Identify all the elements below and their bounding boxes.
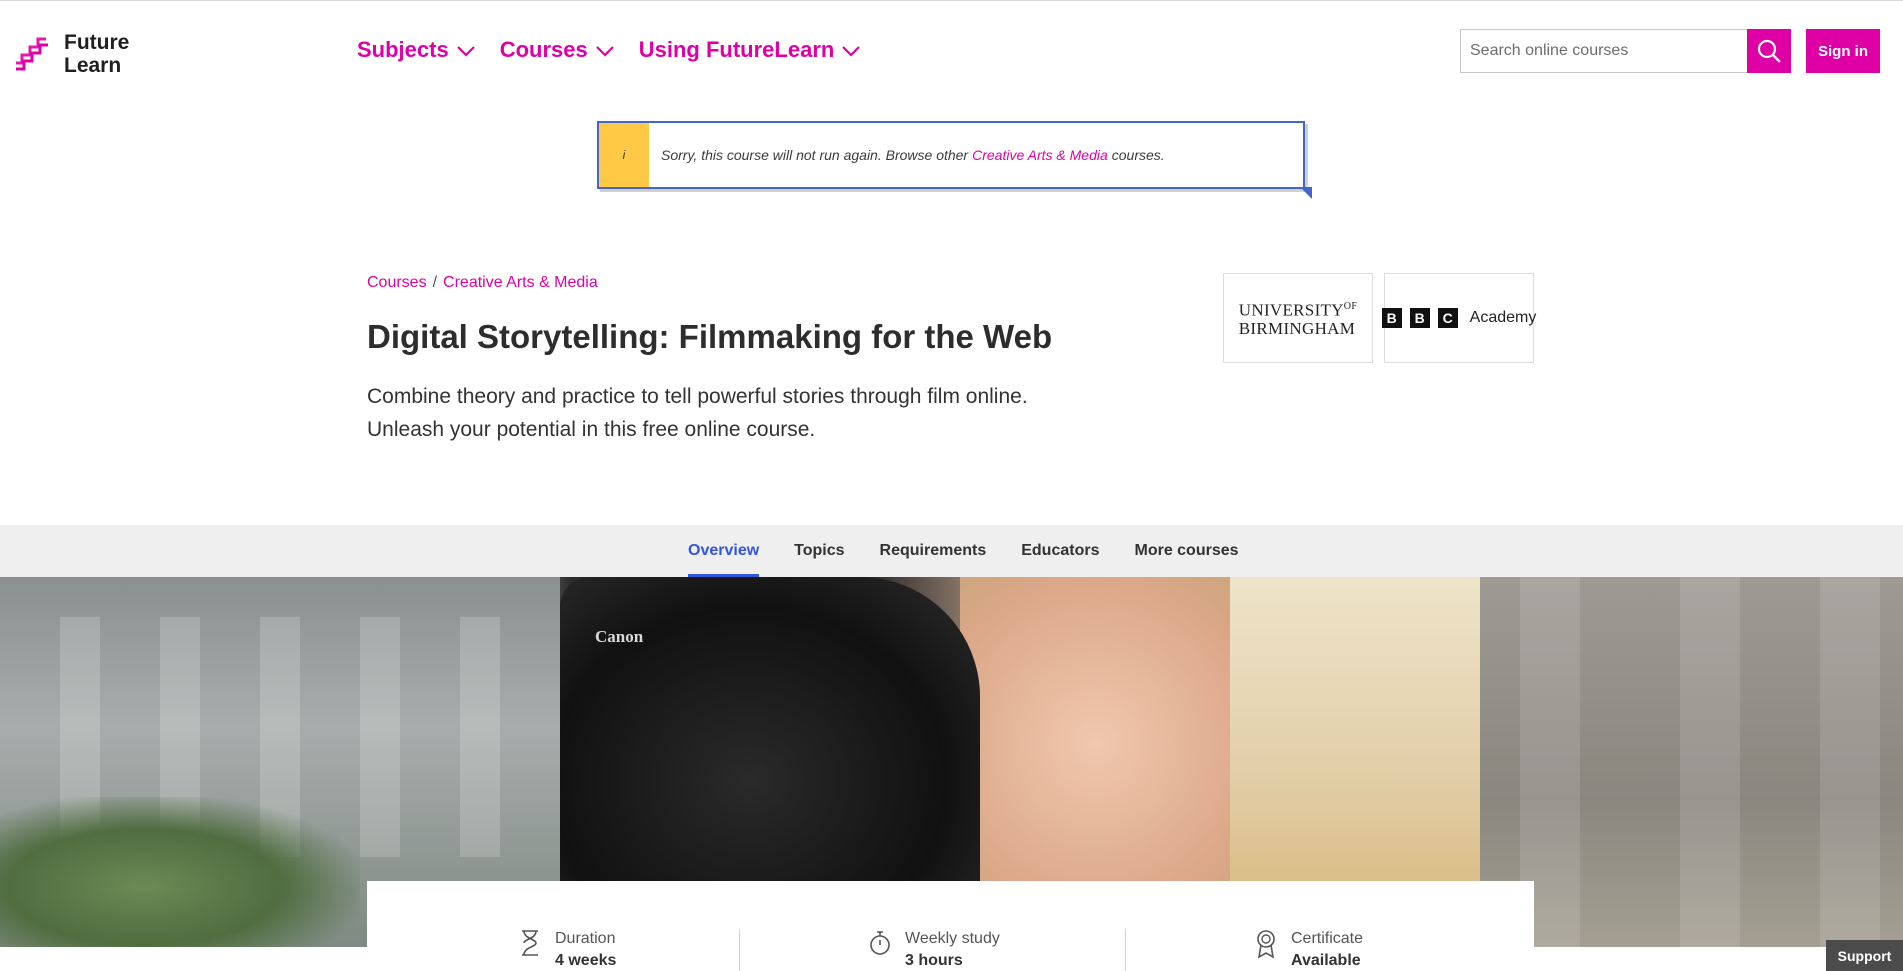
info-duration-label: Duration xyxy=(555,930,616,947)
uob-logo-text: UNIVERSITYOF BIRMINGHAM xyxy=(1239,298,1357,338)
info-duration: Duration 4 weeks xyxy=(517,929,616,971)
nav-courses[interactable]: Courses xyxy=(500,37,614,63)
notice-category-link[interactable]: Creative Arts & Media xyxy=(972,147,1108,163)
course-tabs: Overview Topics Requirements Educators M… xyxy=(688,525,1274,577)
logo-text: Future Learn xyxy=(64,31,129,77)
stopwatch-icon xyxy=(867,929,893,959)
info-weekly-study-label: Weekly study xyxy=(905,930,1000,947)
photo-column xyxy=(1680,577,1740,947)
search-icon xyxy=(1757,39,1781,63)
info-certificate-value: Available xyxy=(1291,952,1361,969)
photo-column xyxy=(1820,577,1880,947)
search-input[interactable] xyxy=(1461,30,1747,72)
bbc-logo: B B C Academy xyxy=(1381,308,1537,328)
main-nav: Subjects Courses Using FutureLearn xyxy=(357,37,885,63)
course-description-line2: Unleash your potential in this free onli… xyxy=(367,418,816,441)
info-weekly-study-value: 3 hours xyxy=(905,952,963,969)
breadcrumb: Courses / Creative Arts & Media xyxy=(367,274,598,292)
course-notice: i Sorry, this course will not run again.… xyxy=(597,121,1312,199)
photo-bush xyxy=(0,797,360,947)
notice-tail xyxy=(1300,187,1312,199)
info-duration-value: 4 weeks xyxy=(555,952,617,969)
hourglass-icon xyxy=(517,929,543,959)
info-weekly-study: Weekly study 3 hours xyxy=(867,929,1000,971)
tab-more-courses[interactable]: More courses xyxy=(1134,525,1238,577)
nav-subjects-label: Subjects xyxy=(357,37,449,62)
support-button[interactable]: Support xyxy=(1826,940,1903,971)
photo-building-right xyxy=(1480,577,1903,947)
photo-window xyxy=(360,617,400,857)
partner-university-of-birmingham[interactable]: UNIVERSITYOF BIRMINGHAM xyxy=(1223,273,1373,363)
breadcrumb-separator: / xyxy=(432,274,438,291)
nav-subjects[interactable]: Subjects xyxy=(357,37,475,63)
info-certificate: Certificate Available xyxy=(1253,929,1363,971)
notice-text: Sorry, this course will not run again. B… xyxy=(649,123,1165,187)
photo-window xyxy=(460,617,500,857)
info-certificate-label: Certificate xyxy=(1291,930,1364,947)
chevron-down-icon xyxy=(842,37,861,63)
info-divider xyxy=(1125,929,1126,971)
tab-requirements[interactable]: Requirements xyxy=(880,525,987,577)
nav-using-futurelearn-label: Using FutureLearn xyxy=(638,37,835,62)
search-button[interactable] xyxy=(1747,29,1791,73)
site-header: Future Learn Subjects Courses Using Futu… xyxy=(0,0,1903,100)
logo-line1: Future xyxy=(64,31,130,54)
tab-educators[interactable]: Educators xyxy=(1021,525,1099,577)
nav-courses-label: Courses xyxy=(499,37,588,62)
uob-of: OF xyxy=(1343,301,1358,313)
futurelearn-logo[interactable]: Future Learn xyxy=(14,31,134,77)
tab-overview[interactable]: Overview xyxy=(688,525,760,577)
breadcrumb-category[interactable]: Creative Arts & Media xyxy=(443,274,598,291)
notice-text-before: Sorry, this course will not run again. B… xyxy=(661,147,969,163)
uob-line2: BIRMINGHAM xyxy=(1238,318,1356,338)
bbc-letter-2: B xyxy=(1409,308,1430,328)
info-icon: i xyxy=(599,123,649,187)
course-tabs-bar: Overview Topics Requirements Educators M… xyxy=(0,525,1903,577)
bbc-academy-text: Academy xyxy=(1469,309,1537,326)
course-title: Digital Storytelling: Filmmaking for the… xyxy=(367,318,1053,355)
logo-steps-icon xyxy=(16,37,48,71)
notice-text-after: courses. xyxy=(1111,147,1165,163)
partner-bbc-academy[interactable]: B B C Academy xyxy=(1381,273,1537,363)
course-description-line1: Combine theory and practice to tell powe… xyxy=(367,385,1028,408)
uob-line1: UNIVERSITY xyxy=(1238,300,1344,320)
bbc-letter-3: C xyxy=(1437,308,1458,328)
chevron-down-icon xyxy=(456,37,475,63)
sign-in-button[interactable]: Sign in xyxy=(1806,29,1880,73)
bbc-letter-1: B xyxy=(1381,308,1402,328)
breadcrumb-courses[interactable]: Courses xyxy=(367,274,427,291)
logo-line2: Learn xyxy=(64,54,122,77)
camera-brand-label: Canon xyxy=(595,627,644,646)
course-info-card: Duration 4 weeks Weekly study 3 hours Ce… xyxy=(367,881,1534,971)
info-divider xyxy=(739,929,740,971)
chevron-down-icon xyxy=(595,37,614,63)
tab-topics[interactable]: Topics xyxy=(794,525,844,577)
search-field xyxy=(1460,29,1747,73)
nav-using-futurelearn[interactable]: Using FutureLearn xyxy=(639,37,861,63)
course-description: Combine theory and practice to tell powe… xyxy=(367,380,1127,446)
award-icon xyxy=(1253,929,1279,959)
